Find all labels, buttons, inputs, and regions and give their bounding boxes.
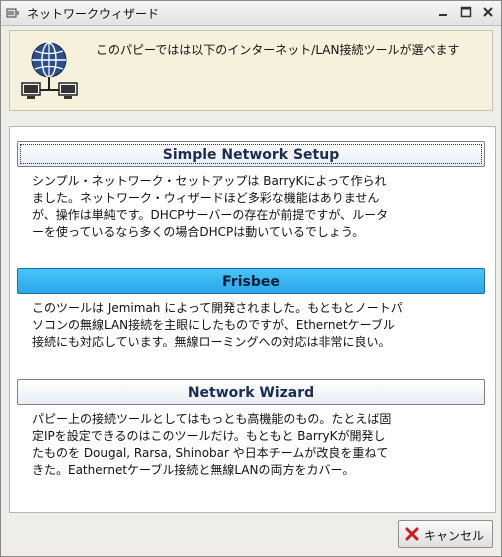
close-icon[interactable]: [482, 6, 494, 18]
simple-network-setup-button[interactable]: Simple Network Setup: [17, 141, 485, 167]
options-panel: Simple Network Setup シンプル・ネットワーク・セットアップは…: [9, 126, 496, 513]
network-plug-icon: [6, 8, 19, 18]
network-wizard-button[interactable]: Network Wizard: [17, 379, 485, 405]
window-title: ネットワークウィザード: [27, 7, 160, 21]
cancel-label: キャンセル: [424, 529, 485, 543]
header-banner: このパピーではは以下のインターネット/LAN接続ツールが選べます: [9, 30, 493, 111]
header-description: このパピーではは以下のインターネット/LAN接続ツールが選べます: [96, 43, 460, 57]
maximize-icon[interactable]: [460, 6, 472, 18]
simple-network-setup-description: シンプル・ネットワーク・セットアップは BarryKによって作られ ました。ネッ…: [32, 174, 389, 239]
minimize-icon[interactable]: [437, 6, 449, 18]
network-wizard-description: パピー上の接続ツールとしてはもっとも高機能のもの。たとえば固 定IPを設定できる…: [32, 412, 392, 477]
title-bar[interactable]: ネットワークウィザード: [1, 1, 501, 26]
cancel-button[interactable]: キャンセル: [398, 520, 493, 548]
network-globe-icon: [21, 42, 78, 99]
cancel-x-icon: [405, 527, 419, 541]
frisbee-button[interactable]: Frisbee: [17, 268, 485, 294]
frisbee-description: このツールは Jemimah によって開発されました。もともとノートパ ソコンの…: [32, 301, 403, 349]
network-wizard-window: ネットワークウィザード このパピーではは以下のインターネット/LAN接続ツールが…: [0, 0, 502, 557]
